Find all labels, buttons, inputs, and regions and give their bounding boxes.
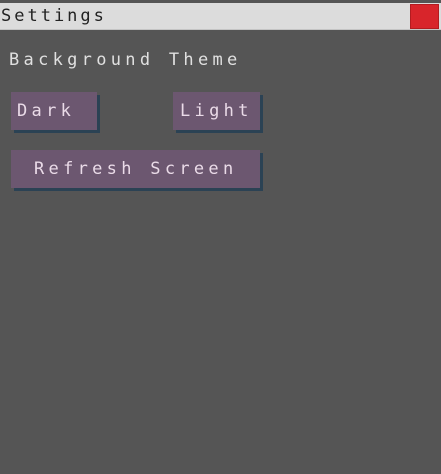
close-button[interactable] xyxy=(410,4,439,29)
window-title: Settings xyxy=(1,6,107,26)
background-theme-label: Background Theme xyxy=(9,50,242,70)
refresh-screen-button[interactable]: Refresh Screen xyxy=(11,150,260,188)
dark-theme-button-label: Dark xyxy=(17,101,76,121)
title-bar: Settings xyxy=(0,3,441,30)
refresh-screen-button-label: Refresh Screen xyxy=(34,159,238,179)
dark-theme-button[interactable]: Dark xyxy=(11,92,97,130)
light-theme-button-label: Light xyxy=(180,101,253,121)
light-theme-button[interactable]: Light xyxy=(173,92,260,130)
